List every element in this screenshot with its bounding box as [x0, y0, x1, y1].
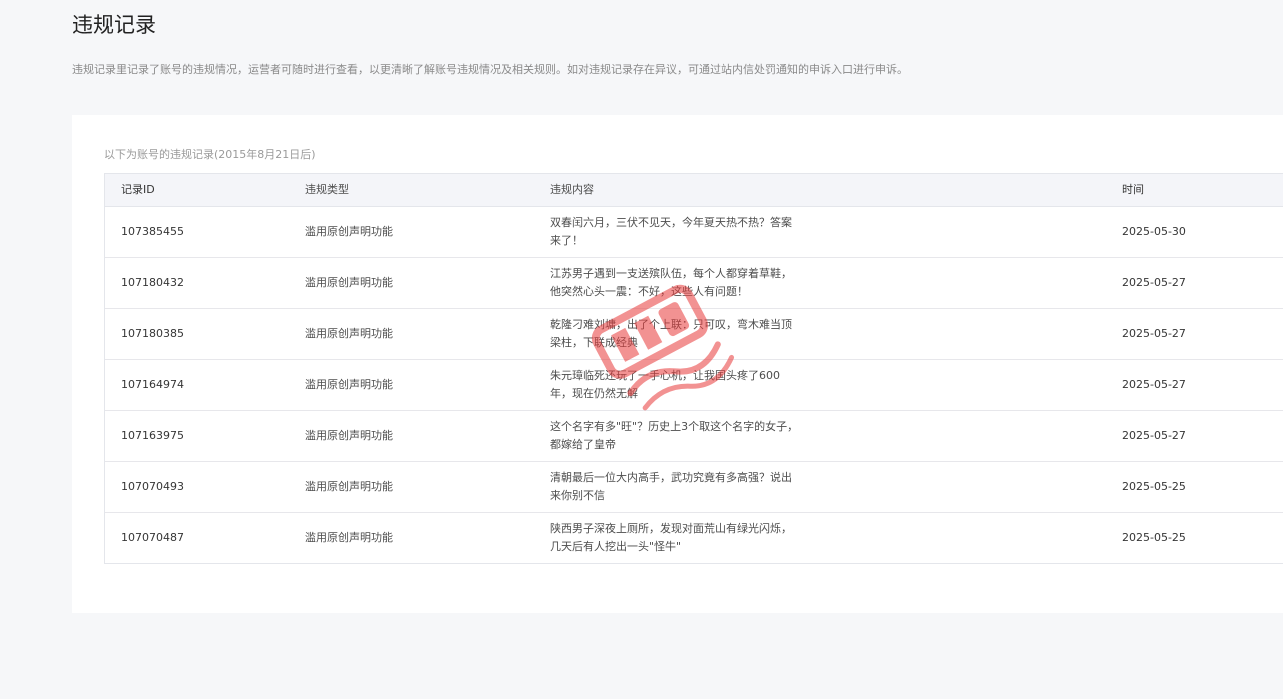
- record-time: 2025-05-27: [1122, 276, 1186, 289]
- table-row: 107180385 滥用原创声明功能 乾隆刁难刘墉，出了个上联：只可叹，弯木难当…: [105, 309, 1283, 360]
- violation-content: 这个名字有多"旺"？历史上3个取这个名字的女子，都嫁给了皇帝: [550, 420, 799, 451]
- violation-type: 滥用原创声明功能: [305, 225, 393, 238]
- violation-type: 滥用原创声明功能: [305, 378, 393, 391]
- record-id: 107070493: [121, 480, 184, 493]
- page-title: 违规记录: [72, 13, 156, 37]
- column-header-id: 记录ID: [121, 183, 155, 196]
- records-card: 以下为账号的违规记录(2015年8月21日后) 记录ID 违规类型 违规内容 时…: [72, 115, 1283, 613]
- violation-content: 清朝最后一位大内高手，武功究竟有多高强？说出来你别不信: [550, 471, 792, 502]
- table-row: 107070493 滥用原创声明功能 清朝最后一位大内高手，武功究竟有多高强？说…: [105, 462, 1283, 513]
- records-table: 记录ID 违规类型 违规内容 时间 107385455 滥用原创声明功能 双春闰…: [104, 173, 1283, 564]
- record-time: 2025-05-27: [1122, 378, 1186, 391]
- violation-type: 滥用原创声明功能: [305, 429, 393, 442]
- violation-content: 双春闰六月，三伏不见天，今年夏天热不热？答案来了！: [550, 216, 792, 247]
- column-header-time: 时间: [1122, 183, 1144, 196]
- record-id: 107164974: [121, 378, 184, 391]
- table-row: 107180432 滥用原创声明功能 江苏男子遇到一支送殡队伍，每个人都穿着草鞋…: [105, 258, 1283, 309]
- record-time: 2025-05-27: [1122, 429, 1186, 442]
- record-time: 2025-05-30: [1122, 225, 1186, 238]
- table-row: 107164974 滥用原创声明功能 朱元璋临死还玩了一手心机，让我国头疼了60…: [105, 360, 1283, 411]
- violation-content: 朱元璋临死还玩了一手心机，让我国头疼了600年，现在仍然无解: [550, 369, 780, 400]
- table-row: 107070487 滥用原创声明功能 陕西男子深夜上厕所，发现对面荒山有绿光闪烁…: [105, 513, 1283, 563]
- records-caption: 以下为账号的违规记录(2015年8月21日后): [104, 148, 316, 161]
- column-header-content: 违规内容: [550, 183, 594, 196]
- record-id: 107070487: [121, 531, 184, 544]
- table-row: 107163975 滥用原创声明功能 这个名字有多"旺"？历史上3个取这个名字的…: [105, 411, 1283, 462]
- violation-type: 滥用原创声明功能: [305, 327, 393, 340]
- violation-content: 陕西男子深夜上厕所，发现对面荒山有绿光闪烁，几天后有人挖出一头"怪牛": [550, 522, 792, 553]
- record-time: 2025-05-25: [1122, 531, 1186, 544]
- record-id: 107180385: [121, 327, 184, 340]
- violation-records-page: 违规记录 违规记录里记录了账号的违规情况，运营者可随时进行查看，以更清晰了解账号…: [0, 0, 1283, 699]
- page-description: 违规记录里记录了账号的违规情况，运营者可随时进行查看，以更清晰了解账号违规情况及…: [72, 63, 908, 76]
- record-id: 107385455: [121, 225, 184, 238]
- record-id: 107163975: [121, 429, 184, 442]
- table-header: 记录ID 违规类型 违规内容 时间: [105, 174, 1283, 207]
- table-row: 107385455 滥用原创声明功能 双春闰六月，三伏不见天，今年夏天热不热？答…: [105, 207, 1283, 258]
- record-time: 2025-05-27: [1122, 327, 1186, 340]
- record-id: 107180432: [121, 276, 184, 289]
- violation-content: 江苏男子遇到一支送殡队伍，每个人都穿着草鞋，他突然心头一震：不好，这些人有问题！: [550, 267, 792, 298]
- column-header-type: 违规类型: [305, 183, 349, 196]
- record-time: 2025-05-25: [1122, 480, 1186, 493]
- violation-content: 乾隆刁难刘墉，出了个上联：只可叹，弯木难当顶梁柱，下联成经典: [550, 318, 792, 349]
- violation-type: 滥用原创声明功能: [305, 531, 393, 544]
- violation-type: 滥用原创声明功能: [305, 480, 393, 493]
- violation-type: 滥用原创声明功能: [305, 276, 393, 289]
